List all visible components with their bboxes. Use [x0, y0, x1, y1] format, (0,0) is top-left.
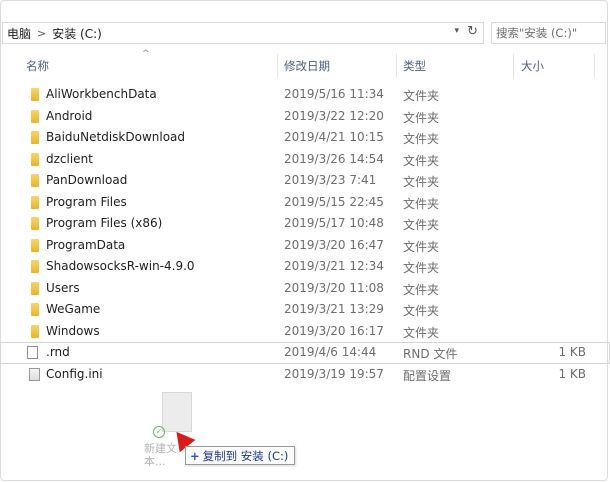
folder-icon	[31, 131, 39, 144]
column-divider[interactable]	[594, 54, 595, 78]
file-row[interactable]: dzclient 2019/3/26 14:54 文件夹	[0, 149, 610, 171]
column-divider[interactable]	[277, 54, 278, 78]
file-row[interactable]: ShadowsocksR-win-4.9.0 2019/3/21 12:34 文件夹	[0, 256, 610, 278]
drag-copy-tooltip: + 复制到 安装 (C:)	[185, 446, 296, 465]
column-type[interactable]: 类型	[403, 58, 426, 74]
file-row[interactable]: BaiduNetdiskDownload 2019/4/21 10:15 文件夹	[0, 127, 610, 149]
file-row[interactable]: Program Files (x86) 2019/5/17 10:48 文件夹	[0, 213, 610, 235]
breadcrumb-separator[interactable]: >	[37, 27, 46, 40]
breadcrumb-root[interactable]: 电脑	[3, 25, 31, 42]
folder-icon	[31, 303, 39, 316]
address-bar[interactable]: 电脑 > 安装 (C:) ▾ ↻	[2, 22, 484, 44]
file-row[interactable]: Config.ini 2019/3/19 19:57 配置设置 1 KB	[0, 364, 610, 386]
file-row[interactable]: AliWorkbenchData 2019/5/16 11:34 文件夹	[0, 84, 610, 106]
folder-icon	[31, 260, 39, 273]
file-row[interactable]: Android 2019/3/22 12:20 文件夹	[0, 106, 610, 128]
check-circle-icon: ✓	[153, 426, 165, 438]
folder-icon	[31, 217, 39, 230]
folder-icon	[31, 281, 39, 295]
column-header: 名称 修改日期 类型 大小	[0, 54, 610, 78]
refresh-icon[interactable]: ↻	[467, 24, 478, 39]
file-row[interactable]: Users 2019/3/20 11:08 文件夹	[0, 278, 610, 300]
file-row[interactable]: PanDownload 2019/3/23 7:41 文件夹	[0, 170, 610, 192]
file-row[interactable]: Program Files 2019/5/15 22:45 文件夹	[0, 192, 610, 214]
plus-icon: +	[190, 448, 200, 463]
folder-icon	[31, 324, 39, 338]
column-divider[interactable]	[513, 54, 514, 78]
file-row[interactable]: .rnd 2019/4/6 14:44 RND 文件 1 KB	[0, 342, 610, 364]
folder-icon	[31, 152, 39, 166]
drag-ghost-document-icon	[162, 392, 192, 432]
drag-copy-text: 复制到 安装 (C:)	[202, 448, 289, 463]
chevron-down-icon[interactable]: ▾	[454, 26, 459, 36]
column-divider[interactable]	[396, 54, 397, 78]
folder-icon	[31, 238, 39, 252]
folder-icon	[31, 195, 39, 209]
file-row[interactable]: WeGame 2019/3/21 13:29 文件夹	[0, 299, 610, 321]
folder-icon	[31, 174, 39, 187]
breadcrumb-current[interactable]: 安装 (C:)	[52, 25, 102, 42]
file-row[interactable]: ProgramData 2019/3/20 16:47 文件夹	[0, 235, 610, 257]
column-name[interactable]: 名称	[26, 58, 49, 74]
column-size[interactable]: 大小	[521, 58, 544, 74]
search-input[interactable]: 搜索"安装 (C:)"	[491, 22, 606, 44]
folder-icon	[31, 109, 39, 123]
file-icon	[27, 346, 38, 359]
folder-icon	[31, 88, 39, 101]
column-date[interactable]: 修改日期	[284, 58, 330, 74]
config-file-icon	[29, 367, 40, 381]
file-list: AliWorkbenchData 2019/5/16 11:34 文件夹 Andro…	[0, 84, 610, 385]
file-row[interactable]: Windows 2019/3/20 16:17 文件夹	[0, 321, 610, 343]
